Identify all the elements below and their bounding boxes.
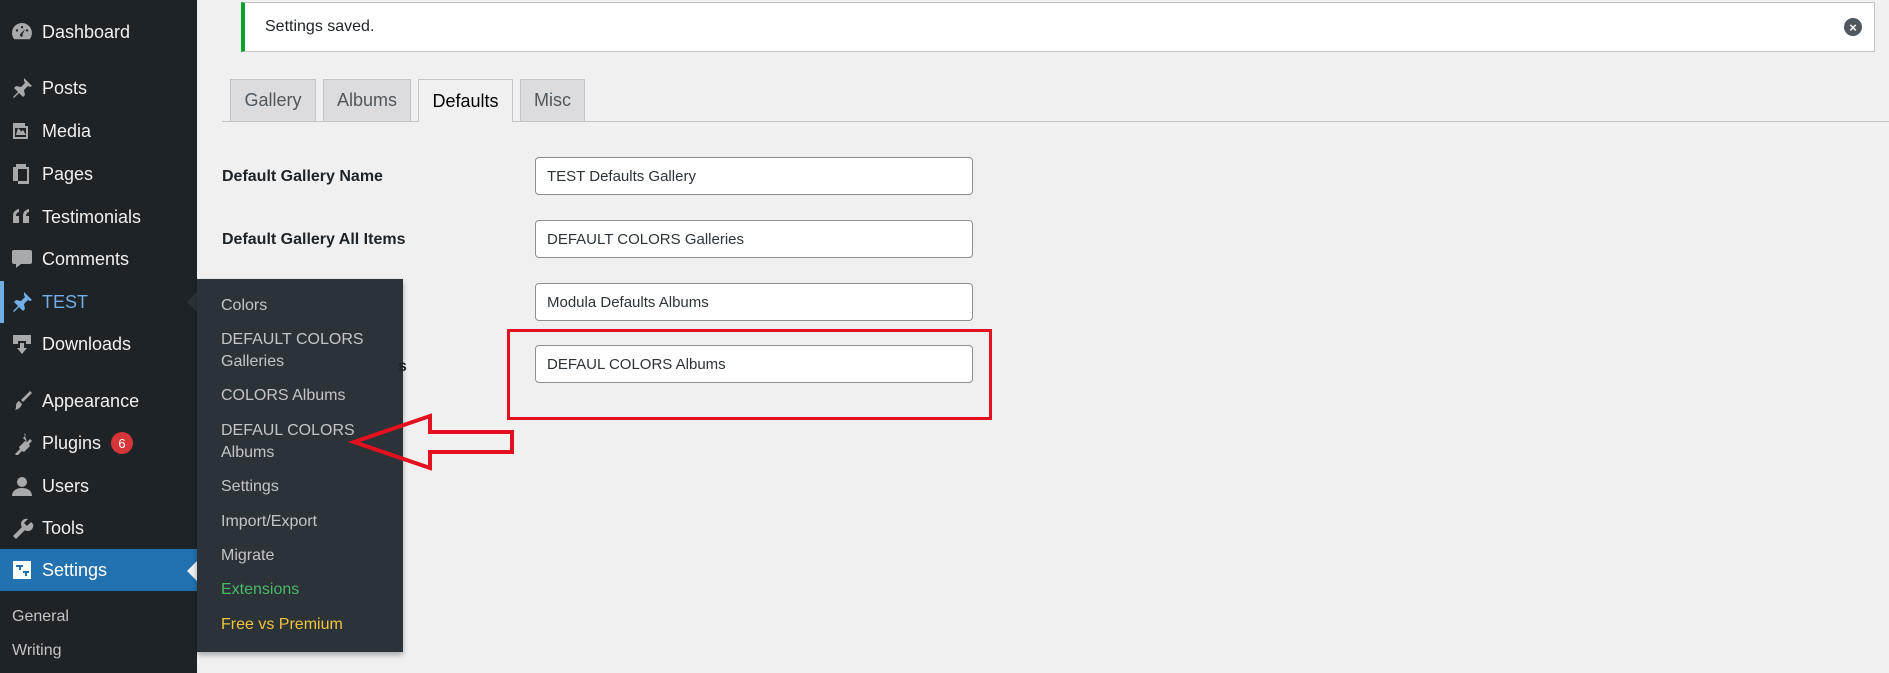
annotation-arrow — [348, 413, 514, 471]
menu-label: Appearance — [42, 390, 140, 411]
menu-label: Plugins — [42, 432, 102, 453]
default-albums-all-items-input[interactable] — [535, 345, 973, 383]
menu-label: Tools — [42, 517, 85, 538]
menu-item-testimonials[interactable]: Testimonials — [0, 196, 197, 238]
notice-text: Settings saved. — [265, 18, 375, 35]
tab-misc[interactable]: Misc — [520, 79, 585, 121]
default-gallery-all-items-label: Default Gallery All Items — [222, 231, 406, 248]
menu-label: Media — [42, 120, 92, 141]
comment-icon — [8, 245, 36, 273]
tab-gallery[interactable]: Gallery — [230, 79, 316, 121]
flyout-item-colors-albums[interactable]: COLORS Albums — [221, 385, 391, 407]
menu-item-posts[interactable]: Posts — [0, 67, 197, 109]
menu-item-downloads[interactable]: Downloads — [0, 323, 197, 365]
dismiss-icon[interactable]: × — [1844, 18, 1862, 36]
pages-icon — [8, 160, 36, 188]
default-albums-name-input[interactable] — [535, 283, 973, 321]
menu-label: Users — [42, 475, 90, 496]
menu-item-settings[interactable]: Settings — [0, 549, 197, 591]
paintbrush-icon — [8, 387, 36, 415]
pushpin-icon — [8, 288, 36, 316]
media-icon — [8, 117, 36, 145]
menu-item-users[interactable]: Users — [0, 465, 197, 507]
settings-saved-notice: Settings saved. × — [241, 2, 1875, 52]
current-menu-arrow — [187, 561, 197, 581]
plugin-icon — [8, 429, 36, 457]
flyout-item-free-vs-premium[interactable]: Free vs Premium — [221, 614, 391, 636]
submenu-item-writing[interactable]: Writing — [12, 642, 62, 660]
menu-item-tools[interactable]: Tools — [0, 507, 197, 549]
menu-label: Dashboard — [42, 21, 131, 42]
admin-sidebar: Dashboard Posts Media Pages Testimonials… — [0, 0, 197, 673]
menu-item-comments[interactable]: Comments — [0, 238, 197, 280]
menu-item-dashboard[interactable]: Dashboard — [0, 11, 197, 53]
flyout-item-migrate[interactable]: Migrate — [221, 545, 391, 567]
flyout-pointer — [187, 292, 197, 312]
menu-item-media[interactable]: Media — [0, 110, 197, 152]
flyout-item-default-colors-galleries[interactable]: DEFAULT COLORS Galleries — [221, 329, 391, 373]
default-albums-all-items-label-tail: s — [398, 358, 407, 375]
default-gallery-name-label: Default Gallery Name — [222, 168, 383, 185]
submenu-item-general[interactable]: General — [12, 608, 69, 626]
settings-icon — [8, 556, 36, 584]
menu-label: Downloads — [42, 333, 132, 354]
default-gallery-all-items-input[interactable] — [535, 220, 973, 258]
menu-label: Posts — [42, 77, 88, 98]
menu-label: Testimonials — [42, 206, 142, 227]
tab-albums[interactable]: Albums — [323, 79, 411, 121]
menu-label: Comments — [42, 248, 130, 269]
menu-item-appearance[interactable]: Appearance — [0, 380, 197, 422]
dashboard-icon — [8, 18, 36, 46]
menu-label: Pages — [42, 163, 94, 184]
default-gallery-name-input[interactable] — [535, 157, 973, 195]
quote-icon — [8, 203, 36, 231]
menu-item-test[interactable]: TEST — [0, 281, 197, 323]
menu-label: TEST — [42, 291, 89, 312]
wrench-icon — [8, 514, 36, 542]
user-icon — [8, 472, 36, 500]
flyout-item-extensions[interactable]: Extensions — [221, 579, 391, 601]
download-icon — [8, 330, 36, 358]
pushpin-icon — [8, 74, 36, 102]
update-count-badge: 6 — [111, 432, 134, 454]
menu-item-plugins[interactable]: Plugins 6 — [0, 422, 197, 464]
menu-label: Settings — [42, 559, 108, 580]
tab-defaults[interactable]: Defaults — [418, 79, 513, 122]
flyout-item-import-export[interactable]: Import/Export — [221, 511, 391, 533]
menu-item-pages[interactable]: Pages — [0, 153, 197, 195]
flyout-item-colors[interactable]: Colors — [221, 295, 391, 317]
